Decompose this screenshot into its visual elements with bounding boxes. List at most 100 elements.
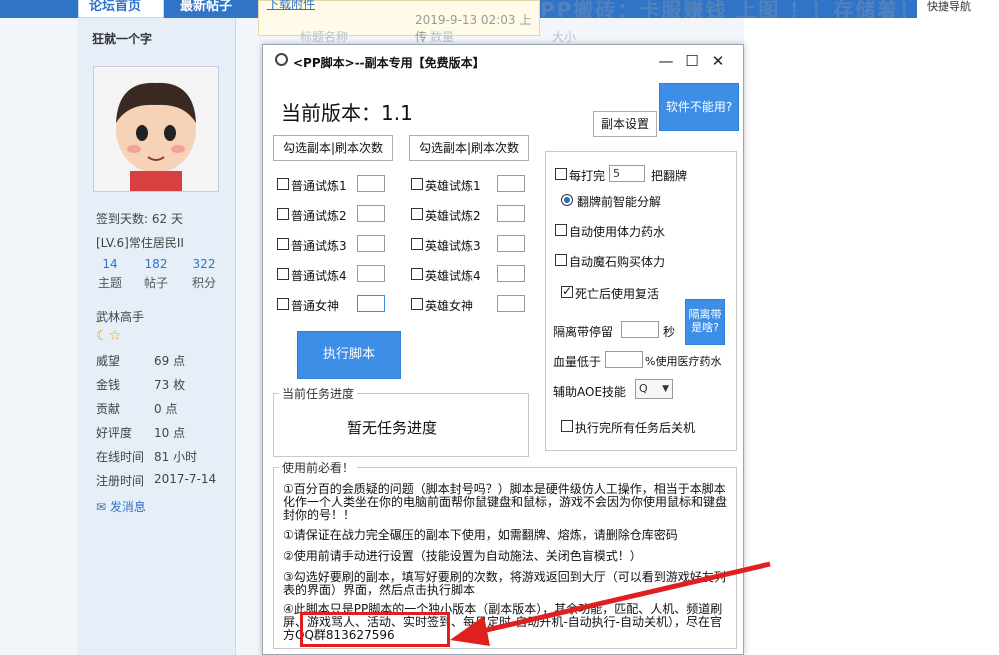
dungeon-label: 普通试炼3 <box>291 239 347 253</box>
dungeon-checkbox[interactable] <box>411 238 423 250</box>
dungeon-checkbox[interactable] <box>411 298 423 310</box>
send-message-label: 发消息 <box>109 500 146 514</box>
stat-topics-count[interactable]: 14 <box>90 257 130 271</box>
dungeon-count-input[interactable] <box>357 175 385 192</box>
smart-decompose-radio[interactable] <box>561 194 573 206</box>
aoe-skill-label: 辅助AOE技能 <box>553 385 627 399</box>
dungeon-count-input[interactable] <box>357 235 385 252</box>
isolation-help-button[interactable]: 隔离带是啥? <box>685 299 725 345</box>
maximize-button[interactable]: ☐ <box>681 51 703 71</box>
dungeon-checkbox[interactable] <box>411 178 423 190</box>
bg-table-header: 标题名称 <box>300 30 349 44</box>
dungeon-count-input[interactable] <box>357 295 385 312</box>
dungeon-checkbox[interactable] <box>277 298 289 310</box>
auto-buy-stamina-label: 自动魔石购买体力 <box>569 255 666 269</box>
dungeon-checkbox[interactable] <box>277 238 289 250</box>
revive-label: 死亡后使用复活 <box>575 287 660 301</box>
nav-home-tab[interactable]: 论坛首页 <box>78 0 164 18</box>
user-rank: 武林高手 <box>96 310 145 324</box>
auto-stamina-label: 自动使用体力药水 <box>569 225 666 239</box>
auto-stamina-checkbox[interactable] <box>555 224 567 236</box>
isolation-suffix: 秒 <box>663 325 676 339</box>
dungeon-checkbox[interactable] <box>411 208 423 220</box>
progress-status-text: 暂无任务进度 <box>347 419 438 437</box>
dialog-titlebar[interactable]: <PP脚本>--副本专用【免费版本】 — ☐ ✕ <box>263 45 743 77</box>
help-button[interactable]: 软件不能用? <box>659 83 739 131</box>
stat-points-label: 积分 <box>191 276 216 290</box>
flip-card-checkbox[interactable] <box>555 168 567 180</box>
run-script-button[interactable]: 执行脚本 <box>297 331 401 379</box>
signin-days: 签到天数: 62 天 <box>96 212 183 226</box>
info-contribution-label: 贡献 <box>96 402 121 416</box>
dungeon-count-input[interactable] <box>497 175 525 192</box>
smart-decompose-label: 翻牌前智能分解 <box>577 195 662 209</box>
send-message-link[interactable]: ✉ 发消息 <box>96 498 146 515</box>
download-attachment-link[interactable]: 下载附件 <box>267 0 315 12</box>
flip-card-count-input[interactable]: 5 <box>609 165 645 182</box>
shutdown-checkbox[interactable] <box>561 420 573 432</box>
info-online-value: 81 小时 <box>154 450 198 464</box>
dungeon-label: 普通试炼2 <box>291 209 347 223</box>
dungeon-label: 英雄试炼4 <box>425 269 481 283</box>
note-item: ①百分百的会质疑的问题（脚本封号吗？）脚本是硬件级仿人工操作，相当于本脚本化作一… <box>283 482 728 522</box>
app-icon <box>275 53 288 66</box>
dungeon-checkbox[interactable] <box>277 268 289 280</box>
dungeon-settings-button[interactable]: 副本设置 <box>593 111 657 137</box>
stat-topics-label: 主题 <box>97 276 122 290</box>
info-register-label: 注册时间 <box>96 474 145 488</box>
thread-title-background: PP搬砖：卡服赚钱 上图 ！！存储着！！！ <box>540 0 966 18</box>
stat-posts-count[interactable]: 182 <box>136 257 176 271</box>
note-item: ①请保证在战力完全碾压的副本下使用，如需翻牌、熔炼，请删除仓库密码 <box>283 528 678 542</box>
dungeon-count-input[interactable] <box>357 205 385 222</box>
flip-card-suffix: 把翻牌 <box>651 169 688 183</box>
nav-latest-tab[interactable]: 最新帖子 <box>170 0 242 18</box>
dungeon-label: 普通女神 <box>291 299 340 313</box>
hp-threshold-suffix: %使用医疗药水 <box>645 355 722 368</box>
notes-title: 使用前必看！ <box>279 459 358 476</box>
flip-card-prefix: 每打完 <box>569 169 606 183</box>
dungeon-checkbox[interactable] <box>277 208 289 220</box>
avatar[interactable] <box>93 66 219 192</box>
progress-group-title: 当前任务进度 <box>279 385 358 402</box>
aoe-skill-select[interactable]: Q ▼ <box>635 379 673 399</box>
version-label: 当前版本：1.1 <box>281 101 413 125</box>
column-header-left[interactable]: 勾选副本|刷本次数 <box>273 135 393 161</box>
envelope-icon: ✉ <box>96 500 107 514</box>
stat-posts-label: 帖子 <box>143 276 168 290</box>
shutdown-label: 执行完所有任务后关机 <box>575 421 696 435</box>
info-register-value: 2017-7-14 <box>154 472 217 486</box>
dungeon-checkbox[interactable] <box>277 178 289 190</box>
stat-points-count[interactable]: 322 <box>184 257 224 271</box>
dungeon-count-input[interactable] <box>497 205 525 222</box>
username[interactable]: 狂就一个字 <box>92 30 152 47</box>
user-level[interactable]: [LV.6]常住居民II <box>96 234 184 251</box>
dungeon-checkbox[interactable] <box>411 268 423 280</box>
dungeon-count-input[interactable] <box>357 265 385 282</box>
column-header-right[interactable]: 勾选副本|刷本次数 <box>409 135 529 161</box>
info-prestige-value: 69 点 <box>154 354 186 368</box>
user-profile-panel: 狂就一个字 签到天数: 62 天 [LV.6]常住居民II 14 182 322… <box>78 18 236 655</box>
chevron-down-icon: ▼ <box>662 384 669 394</box>
dungeon-count-input[interactable] <box>497 265 525 282</box>
dungeon-label: 英雄女神 <box>425 299 474 313</box>
aoe-skill-value: Q <box>639 382 648 395</box>
dungeon-label: 普通试炼4 <box>291 269 347 283</box>
nav-quick-link[interactable]: 快捷导航 <box>917 0 999 18</box>
revive-checkbox[interactable] <box>561 284 573 298</box>
dungeon-count-input[interactable] <box>497 235 525 252</box>
isolation-prefix: 隔离带停留 <box>553 325 614 339</box>
info-contribution-value: 0 点 <box>154 402 178 416</box>
dungeon-count-input[interactable] <box>497 295 525 312</box>
page-right-area <box>744 18 999 655</box>
hp-threshold-input[interactable] <box>605 351 643 368</box>
info-money-value: 73 枚 <box>154 378 186 392</box>
info-rating-value: 10 点 <box>154 426 186 440</box>
info-prestige-label: 威望 <box>96 354 121 368</box>
close-button[interactable]: ✕ <box>707 51 729 71</box>
dialog-title: <PP脚本>--副本专用【免费版本】 <box>293 56 485 70</box>
isolation-seconds-input[interactable] <box>621 321 659 338</box>
info-online-label: 在线时间 <box>96 450 145 464</box>
minimize-button[interactable]: — <box>655 51 677 71</box>
auto-buy-stamina-checkbox[interactable] <box>555 254 567 266</box>
dungeon-label: 英雄试炼2 <box>425 209 481 223</box>
